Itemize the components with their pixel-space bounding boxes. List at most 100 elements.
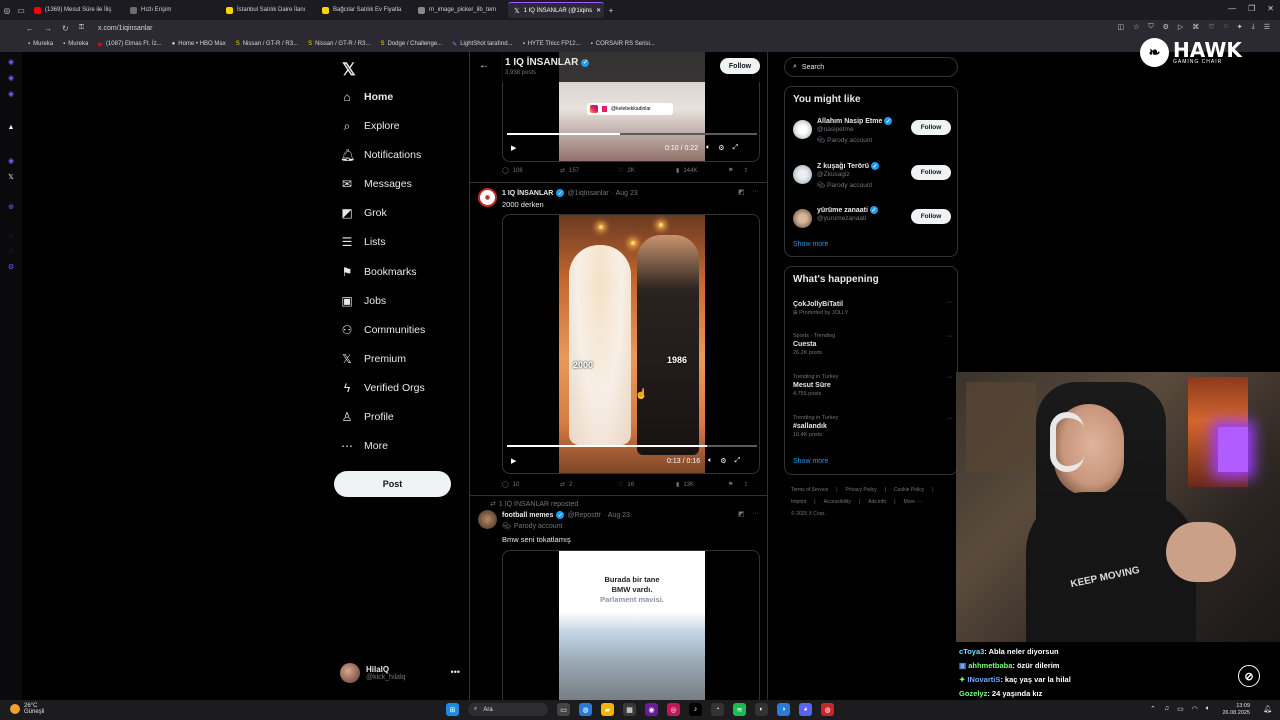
sidebar-settings-icon[interactable]: ⚙ [8, 263, 14, 271]
like-button[interactable]: ♡ 16 [618, 481, 676, 489]
notification-bell-icon[interactable]: 🔔︎ [1263, 705, 1272, 713]
sidebar-app-icon[interactable]: ◉ [8, 74, 14, 82]
sidebar-app-icon[interactable]: ◌ [9, 248, 13, 255]
avatar[interactable]: ◉ [478, 188, 497, 207]
nav-more[interactable]: ⋯ More [340, 436, 388, 456]
bookmark-item[interactable]: ▪ Mureka [63, 41, 88, 47]
close-window-icon[interactable]: ✕ [1267, 4, 1274, 13]
maximize-icon[interactable]: ❐ [1248, 4, 1255, 13]
browser-tab[interactable]: rn_image_picker_lib_tem [412, 2, 508, 18]
shield-icon[interactable]: ⛉ [1148, 23, 1153, 31]
bookmark-item[interactable]: ▪ Mureka [28, 41, 53, 47]
sidebar-app-icon[interactable]: ◉ [8, 157, 14, 165]
play-icon[interactable]: ▶ [511, 457, 516, 465]
sidebar-x-icon[interactable]: 𝕏 [8, 173, 14, 181]
store-icon[interactable]: ▦ [623, 703, 636, 716]
account-switcher[interactable]: HilalQ @kick_hilalq ••• [340, 663, 464, 683]
pocket-icon[interactable]: ◫ [1117, 23, 1124, 31]
follow-button[interactable]: Follow [911, 120, 951, 135]
settings-icon[interactable]: ⚙ [718, 144, 724, 152]
repost-context[interactable]: ⇄ 1 IQ İNSANLAR reposted [490, 500, 578, 509]
nav-home[interactable]: ⌂ Home [340, 87, 393, 107]
nav-bookmarks[interactable]: ⚑ Bookmarks [340, 262, 417, 282]
grok-icon[interactable]: ◩ [738, 188, 745, 196]
bookmark-item[interactable]: ▪ HYTE Thicc FP12... [523, 41, 581, 47]
nav-premium[interactable]: 𝕏 Premium [340, 349, 406, 369]
wifi-icon[interactable]: ◠ [1192, 705, 1198, 713]
browser-tab[interactable]: Hızlı Erişim [124, 2, 220, 18]
bookmark-star-icon[interactable]: ☆ [1133, 23, 1139, 31]
video-progress[interactable] [507, 445, 757, 447]
extension-puzzle-icon[interactable]: ✦ [1237, 23, 1243, 31]
bookmark-item[interactable]: ▪ CORSAIR RS Serisi... [591, 41, 655, 47]
translate-icon[interactable]: ⌘ [1192, 23, 1199, 31]
share-icon[interactable]: ⇪ [743, 481, 748, 488]
nav-lists[interactable]: ☰ Lists [340, 232, 386, 252]
footer-link[interactable]: More ··· [904, 499, 922, 505]
nav-communities[interactable]: ⚇ Communities [340, 320, 426, 340]
more-dots-icon[interactable]: ··· [752, 510, 759, 517]
footer-link[interactable]: Terms of Service [791, 487, 828, 493]
chevron-up-icon[interactable]: ⌃ [1150, 705, 1156, 713]
file-explorer-icon[interactable]: ▰ [601, 703, 614, 716]
nav-notifications[interactable]: 🔔︎ Notifications [340, 145, 421, 165]
grok-icon[interactable]: ◩ [738, 510, 745, 518]
more-dots-icon[interactable]: ••• [451, 667, 460, 677]
post-button[interactable]: Post [334, 471, 451, 497]
x-logo[interactable]: 𝕏 [342, 60, 356, 80]
nav-jobs[interactable]: ▣ Jobs [340, 291, 386, 311]
site-info-icon[interactable]: ⚿ [79, 24, 84, 32]
avatar[interactable] [478, 510, 497, 529]
bookmark-item[interactable]: ✎ LightShot tarafınd... [452, 41, 512, 48]
reload-icon[interactable]: ↻ [62, 24, 69, 33]
url-input[interactable]: x.com/1iqinsanlar [98, 25, 152, 32]
bookmark-item[interactable]: ▶ (1087) Elmas Ft. İz... [98, 41, 161, 48]
firefox-icon[interactable]: ◉ [645, 703, 658, 716]
follow-button[interactable]: Follow [720, 58, 760, 74]
bookmark-icon[interactable]: ⚑ [728, 167, 733, 174]
trend-item[interactable]: Trending in Turkey Mesut Süre 4,755 post… [793, 374, 953, 397]
nav-profile[interactable]: ♙ Profile [340, 407, 394, 427]
trend-item[interactable]: Trending in Turkey #sallandık 10.4K post… [793, 415, 953, 438]
bookmark-item[interactable]: S Nissan / GT-R / R3... [236, 41, 298, 47]
weather-widget[interactable]: 26°C Güneşli [10, 703, 44, 715]
browser-tab-active[interactable]: 𝕏1 IQ İNSANLAR (@1iqins ✕ [508, 2, 604, 18]
tab-list-icon[interactable]: ▭ [14, 3, 28, 17]
close-tab-icon[interactable]: ✕ [596, 7, 601, 14]
author-name[interactable]: football memes [502, 512, 553, 519]
nav-messages[interactable]: ✉ Messages [340, 174, 412, 194]
reply-button[interactable]: ◯ 10 [502, 481, 560, 489]
repost-button[interactable]: ⇄ 2 [560, 481, 618, 489]
sidebar-add-icon[interactable]: ⊕ [8, 203, 14, 211]
taskbar-search[interactable]: ⌕ Ara [468, 703, 548, 716]
nav-grok[interactable]: ◩ Grok [340, 203, 386, 223]
bookmark-item[interactable]: ● Home • HBO Max [172, 41, 226, 47]
nav-verified-orgs[interactable]: ϟ Verified Orgs [340, 378, 425, 398]
spotify-icon[interactable]: ≋ [733, 703, 746, 716]
nav-explore[interactable]: ⌕ Explore [340, 116, 400, 136]
tweet-video[interactable]: Burada bir tane BMW vardı. Parlament mav… [502, 550, 760, 700]
like-button[interactable]: ♡ 2K [618, 167, 676, 175]
bookmark-item[interactable]: S Dodge / Challenge... [380, 41, 442, 47]
sidebar-app-icon[interactable]: ◉ [8, 58, 14, 66]
browser-tab[interactable]: İstanbul Satılık Daire İlanı [220, 2, 316, 18]
clock[interactable]: 13:09 26.08.2025 [1222, 703, 1250, 717]
trend-item[interactable]: Sports · Trending Cuesta 26.2K posts ··· [793, 333, 953, 356]
footer-link[interactable]: Accessibility [824, 499, 851, 505]
settings-icon[interactable]: ⚙ [720, 457, 726, 465]
firefox-view-icon[interactable]: ◎ [0, 3, 14, 17]
back-icon[interactable]: ← [26, 24, 34, 33]
tiktok-icon[interactable]: ♪ [689, 703, 702, 716]
views-button[interactable]: ▮ 13K [676, 481, 734, 489]
heart-icon[interactable]: ♡ [1208, 23, 1214, 31]
tweet-date[interactable]: · Aug 23 [604, 512, 630, 519]
extension-icon[interactable]: ⚙ [1163, 23, 1169, 31]
forward-icon[interactable]: → [44, 24, 52, 33]
volume-icon[interactable]: 🔈︎ [706, 144, 710, 152]
trend-item[interactable]: ÇokJollyBiTatil ⊞ Promoted by JOLLY ··· [793, 299, 953, 316]
fullscreen-icon[interactable]: ⤢ [735, 457, 741, 465]
volume-icon[interactable]: 🔈︎ [1206, 705, 1210, 713]
more-dots-icon[interactable]: ··· [946, 374, 953, 381]
copilot-icon[interactable]: ◍ [579, 703, 592, 716]
app-icon[interactable]: ◐ [755, 703, 768, 716]
